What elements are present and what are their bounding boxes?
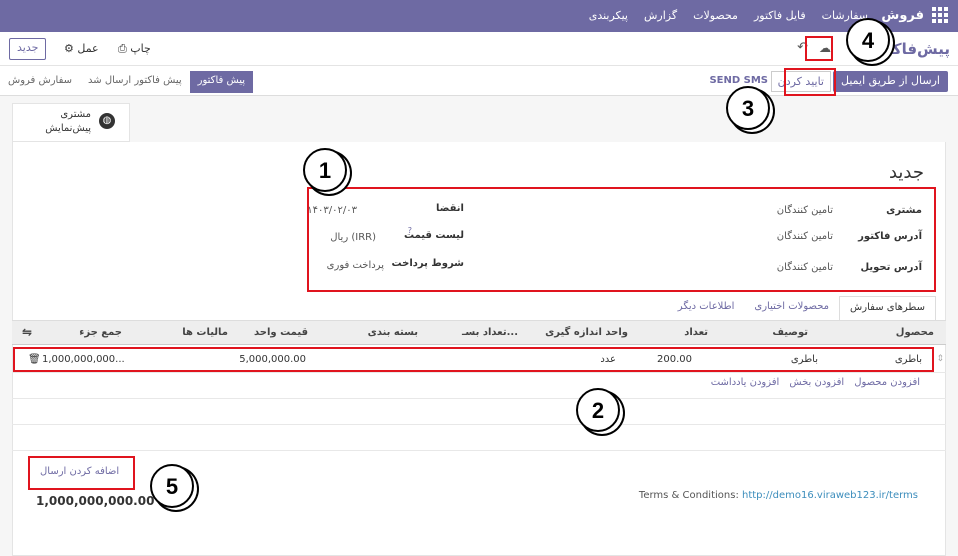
- row-divider: [12, 398, 946, 399]
- main-menu: سفارشات فایل فاکتور محصولات گزارش پیکربن…: [589, 9, 868, 22]
- print-menu[interactable]: ⎙ چاپ: [118, 42, 151, 56]
- top-navbar: فروش سفارشات فایل فاکتور محصولات گزارش پ…: [0, 0, 958, 32]
- preview-label-line2: پیش‌نمایش: [45, 123, 91, 134]
- highlight-box-confirm: [784, 68, 836, 96]
- callout-badge: 5: [150, 464, 194, 508]
- menu-products[interactable]: محصولات: [693, 9, 738, 22]
- callout-badge: 3: [726, 86, 770, 130]
- highlight-box-fields: [307, 187, 936, 292]
- callout-badge: 4: [846, 18, 890, 62]
- globe-icon: ◍: [99, 113, 115, 129]
- callout-number: 1: [318, 158, 332, 183]
- tab-other-info[interactable]: اطلاعات دیگر: [668, 296, 745, 321]
- callout-number: 3: [741, 96, 755, 121]
- terms-and-conditions: Terms & Conditions: http://demo16.virawe…: [639, 490, 918, 501]
- menu-reports[interactable]: گزارش: [644, 9, 677, 22]
- col-unit-price[interactable]: قیمت واحد: [254, 327, 308, 338]
- callout-number: 2: [591, 398, 605, 423]
- add-line-links: افزودن محصول افزودن بخش افزودن یادداشت: [711, 377, 920, 388]
- stage-sale-order[interactable]: سفارش فروش: [0, 71, 80, 93]
- col-description[interactable]: توصیف: [772, 327, 808, 338]
- callout-badge: 1: [303, 148, 347, 192]
- new-button[interactable]: جدید: [9, 38, 47, 60]
- send-email-button[interactable]: ارسال از طریق ایمیل: [833, 71, 948, 92]
- callout-number: 4: [861, 28, 875, 53]
- row-drag-handle-icon[interactable]: ⇕: [936, 354, 944, 364]
- row-divider: [12, 450, 946, 451]
- row-divider: [12, 372, 946, 373]
- terms-label: Terms & Conditions:: [638, 490, 739, 501]
- col-uom[interactable]: واحد اندازه گیری: [545, 327, 628, 338]
- app-grid-icon[interactable]: [932, 7, 948, 23]
- record-title: جدید: [888, 162, 924, 183]
- total-amount: 1,000,000,000.00: [36, 494, 155, 508]
- callout-badge: 2: [576, 388, 620, 432]
- col-quantity[interactable]: تعداد: [684, 327, 708, 338]
- add-section-link[interactable]: افزودن بخش: [789, 377, 844, 388]
- col-subtotal[interactable]: جمع جزء: [79, 327, 122, 338]
- customer-preview-button[interactable]: ◍ مشتری پیش‌نمایش: [12, 103, 130, 142]
- column-settings-icon[interactable]: ⇋: [22, 325, 32, 339]
- terms-link[interactable]: http://demo16.viraweb123.ir/terms: [742, 490, 918, 501]
- app-brand[interactable]: فروش: [881, 8, 924, 23]
- preview-label-line1: مشتری: [60, 109, 91, 120]
- stage-quotation[interactable]: پیش فاکتور: [189, 71, 254, 93]
- send-sms-button[interactable]: SEND SMS: [709, 75, 768, 86]
- col-packaging[interactable]: بسته بندی: [368, 327, 418, 338]
- stage-pipeline: سفارش فروش پیش فاکتور ارسال شد پیش فاکتو…: [0, 71, 254, 93]
- action-menu[interactable]: ⚙ عمل: [64, 42, 99, 55]
- add-product-link[interactable]: افزودن محصول: [854, 377, 920, 388]
- menu-configuration[interactable]: پیکربندی: [589, 9, 628, 22]
- tab-optional-products[interactable]: محصولات اختیاری: [744, 296, 839, 321]
- callout-number: 5: [165, 474, 179, 499]
- stage-quotation-sent[interactable]: پیش فاکتور ارسال شد: [80, 71, 190, 93]
- col-taxes[interactable]: مالیات ها: [182, 327, 228, 338]
- col-packaging-qty[interactable]: تعداد بسـ...: [462, 327, 518, 338]
- notebook-tabs: سطرهای سفارش محصولات اختیاری اطلاعات دیگ…: [668, 296, 936, 321]
- action-label: عمل: [77, 42, 99, 55]
- highlight-box-shipping: [28, 456, 135, 490]
- tab-order-lines[interactable]: سطرهای سفارش: [839, 296, 936, 321]
- print-label: چاپ: [130, 42, 151, 55]
- highlight-box-save: [805, 36, 833, 61]
- menu-invoices[interactable]: فایل فاکتور: [754, 9, 806, 22]
- row-divider: [12, 424, 946, 425]
- col-product[interactable]: محصول: [896, 327, 934, 338]
- highlight-box-order-line: [13, 347, 934, 372]
- add-note-link[interactable]: افزودن یادداشت: [711, 377, 780, 388]
